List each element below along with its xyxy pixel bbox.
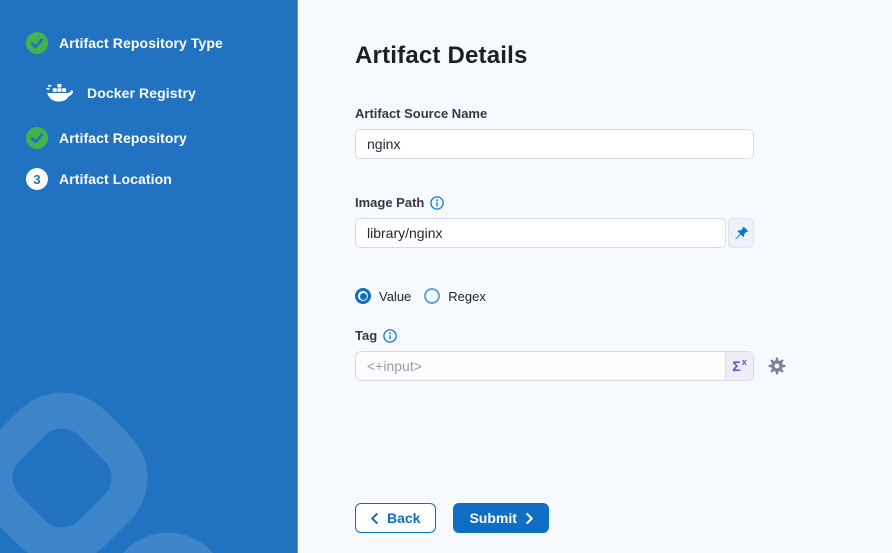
- artifact-wizard: Artifact Repository Type Docker Registry: [0, 0, 892, 553]
- chevron-right-icon: [526, 513, 533, 524]
- image-path-label: Image Path: [355, 195, 754, 211]
- step-number-badge: 3: [26, 168, 48, 190]
- step-artifact-repository[interactable]: Artifact Repository: [26, 127, 297, 149]
- radio-option-value[interactable]: Value: [355, 288, 411, 304]
- tag-settings-button[interactable]: [768, 357, 786, 375]
- step-artifact-location[interactable]: 3 Artifact Location: [26, 168, 297, 190]
- back-button-label: Back: [387, 510, 420, 526]
- artifact-source-name-input[interactable]: [355, 129, 754, 159]
- step-complete-check-icon: [26, 127, 48, 149]
- submit-button-label: Submit: [469, 510, 516, 526]
- pin-fixed-value-button[interactable]: [728, 218, 754, 248]
- image-path-field-group: [355, 218, 754, 248]
- page-title: Artifact Details: [355, 42, 754, 70]
- radio-unselected-icon[interactable]: [424, 288, 440, 304]
- step-artifact-repository-type[interactable]: Artifact Repository Type: [26, 32, 297, 54]
- submit-button[interactable]: Submit: [453, 503, 548, 533]
- tag-input[interactable]: [356, 352, 725, 380]
- label-text: Tag: [355, 328, 377, 344]
- step-label: Artifact Repository: [59, 130, 187, 146]
- label-text: Artifact Source Name: [355, 106, 487, 122]
- tag-type-radio-group: Value Regex: [355, 288, 754, 304]
- tag-field-row: Σ x: [355, 351, 754, 381]
- docker-whale-icon: [46, 82, 74, 103]
- chevron-left-icon: [371, 513, 378, 524]
- radio-label: Regex: [448, 289, 486, 304]
- radio-label: Value: [379, 289, 411, 304]
- step-docker-registry[interactable]: Docker Registry: [46, 82, 297, 103]
- artifact-details-panel: Artifact Details Artifact Source Name Im…: [298, 0, 892, 553]
- step-sub-label: Docker Registry: [87, 85, 196, 101]
- image-path-input[interactable]: [355, 218, 726, 248]
- sigma-glyph: Σ: [732, 359, 740, 373]
- label-text: Image Path: [355, 195, 424, 211]
- step-complete-check-icon: [26, 32, 48, 54]
- sigma-superscript: x: [742, 358, 747, 367]
- gear-icon: [768, 357, 786, 375]
- wizard-actions: Back Submit: [355, 503, 754, 533]
- expression-sigma-button[interactable]: Σ x: [725, 352, 753, 380]
- artifact-source-name-label: Artifact Source Name: [355, 106, 754, 122]
- tag-field-group: Σ x: [355, 351, 754, 381]
- step-label: Artifact Location: [59, 171, 172, 187]
- info-icon[interactable]: [383, 329, 397, 343]
- back-button[interactable]: Back: [355, 503, 436, 533]
- radio-selected-icon[interactable]: [355, 288, 371, 304]
- pin-icon: [734, 226, 749, 241]
- wizard-stepper-sidebar: Artifact Repository Type Docker Registry: [0, 0, 298, 553]
- step-list: Artifact Repository Type Docker Registry: [0, 0, 297, 190]
- tag-label: Tag: [355, 328, 754, 344]
- step-label: Artifact Repository Type: [59, 35, 223, 51]
- radio-option-regex[interactable]: Regex: [424, 288, 486, 304]
- info-icon[interactable]: [430, 196, 444, 210]
